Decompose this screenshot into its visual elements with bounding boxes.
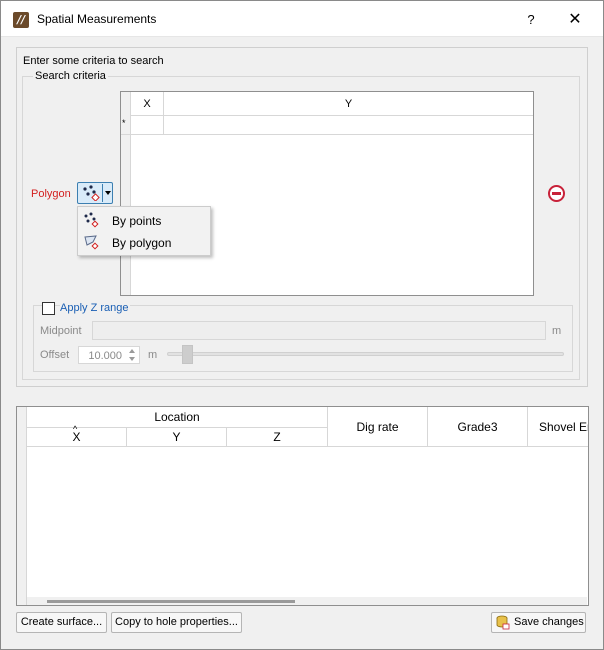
column-header-shovel[interactable]: Shovel En [528,407,588,447]
search-hint: Enter some criteria to search [23,55,164,67]
column-header-x[interactable]: ^ X [27,424,127,447]
offset-spinbox[interactable]: 10.000 [78,346,140,364]
spin-up-icon[interactable] [126,348,138,355]
scrollbar-thumb[interactable] [47,600,295,603]
polygon-dropdown-menu: By points By polygon [77,206,211,256]
save-changes-label: Save changes [514,616,584,628]
new-row-x-cell[interactable] [131,116,164,134]
app-icon: // [13,12,29,28]
offset-slider-track[interactable] [167,352,564,356]
spin-down-icon[interactable] [126,356,138,363]
save-changes-button[interactable]: Save changes [491,612,586,633]
help-button[interactable]: ? [521,10,541,30]
midpoint-unit: m [552,325,562,337]
menu-item-label: By polygon [112,236,172,250]
title-bar: // Spatial Measurements ? ✕ [1,1,603,37]
menu-item-by-polygon[interactable]: By polygon [80,232,208,253]
polygon-label: Polygon [31,188,71,200]
offset-unit: m [148,349,158,361]
column-header-x[interactable]: X [131,92,164,116]
column-header-y[interactable]: Y [164,92,533,116]
column-header-z[interactable]: Z [227,428,328,447]
points-icon [84,212,99,228]
chevron-down-icon[interactable] [102,184,112,202]
points-icon [83,185,100,201]
window-title: Spatial Measurements [37,12,157,26]
new-row[interactable]: * [121,116,533,135]
column-header-dig-rate[interactable]: Dig rate [328,407,428,447]
column-header-y[interactable]: Y [127,428,227,447]
column-header-grade3[interactable]: Grade3 [428,407,528,447]
midpoint-label: Midpoint [40,325,82,337]
database-save-icon [496,615,510,630]
offset-slider-handle[interactable] [182,345,193,364]
horizontal-scrollbar[interactable] [27,597,587,605]
dialog-window: // Spatial Measurements ? ✕ Enter some c… [0,0,604,650]
new-row-marker: * [122,118,126,128]
midpoint-input[interactable] [92,321,546,340]
copy-to-hole-properties-button[interactable]: Copy to hole properties... [111,612,242,633]
close-button[interactable]: ✕ [565,10,585,30]
offset-value: 10.000 [88,350,122,362]
polygon-mode-button[interactable] [77,182,113,204]
results-table[interactable]: Location ^ X Y Z Dig rate Grade3 Shovel … [16,406,589,606]
remove-icon[interactable] [548,185,565,202]
offset-label: Offset [40,349,70,361]
create-surface-button[interactable]: Create surface... [16,612,107,633]
apply-z-range-checkbox[interactable] [42,302,55,315]
sort-indicator-icon: ^ [73,424,78,434]
search-criteria-legend: Search criteria [33,70,108,82]
menu-item-by-points[interactable]: By points [80,210,208,231]
menu-item-label: By points [112,214,162,228]
polygon-icon [84,235,99,250]
coordinate-grid[interactable]: X Y * [120,91,534,296]
apply-z-range-label[interactable]: Apply Z range [60,302,131,314]
results-row-gutter [17,407,27,605]
